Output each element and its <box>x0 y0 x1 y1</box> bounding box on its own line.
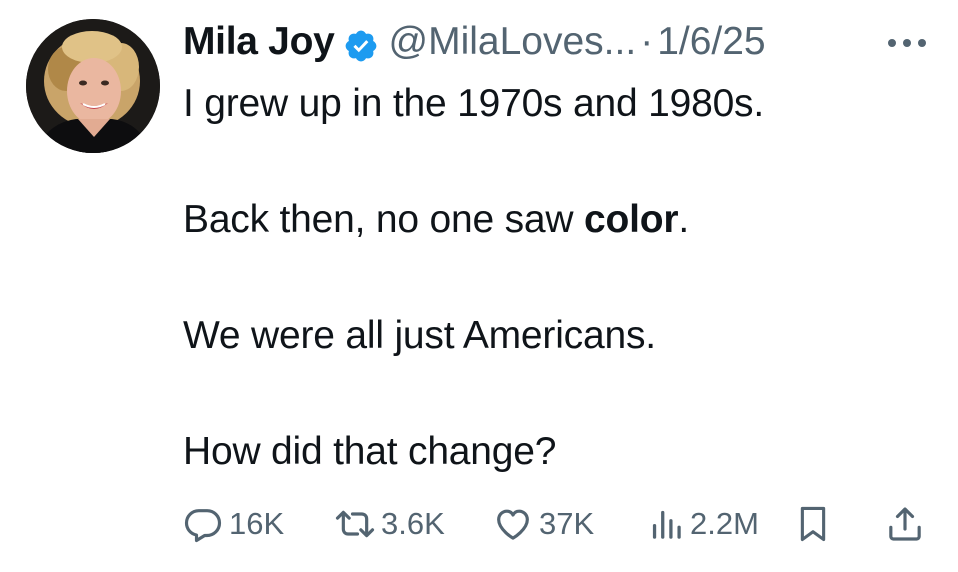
share-button[interactable] <box>885 500 925 548</box>
view-count: 2.2M <box>690 506 759 541</box>
avatar[interactable] <box>26 19 160 153</box>
like-count: 37K <box>539 506 595 541</box>
tweet-line-3: We were all just Americans. <box>183 314 656 357</box>
views-button[interactable]: 2.2M <box>648 500 759 548</box>
tweet-header: Mila Joy @MilaLoves... · 1/6/25 <box>183 14 766 70</box>
reply-count: 16K <box>229 506 285 541</box>
separator-dot: · <box>640 20 654 63</box>
tweet: Mila Joy @MilaLoves... · 1/6/25 I grew u… <box>0 0 958 572</box>
verified-badge-icon <box>343 24 379 62</box>
tweet-date[interactable]: 1/6/25 <box>657 14 765 70</box>
tweet-text: I grew up in the 1970s and 1980s. Back t… <box>183 75 923 481</box>
author-handle[interactable]: @MilaLoves... <box>389 14 637 70</box>
bookmark-icon <box>800 506 826 542</box>
tweet-line-1: I grew up in the 1970s and 1980s. <box>183 82 764 125</box>
tweet-line-2-bold: color <box>584 198 679 241</box>
more-options-icon[interactable] <box>886 36 928 48</box>
reply-button[interactable]: 16K <box>183 500 284 548</box>
reply-icon <box>184 509 222 543</box>
avatar-photo <box>26 19 160 153</box>
share-icon <box>889 507 921 541</box>
repost-button[interactable]: 3.6K <box>333 500 445 548</box>
bookmark-button[interactable] <box>795 500 831 548</box>
tweet-line-2-end: . <box>678 198 690 241</box>
like-button[interactable]: 37K <box>493 500 594 548</box>
author-name[interactable]: Mila Joy <box>183 14 335 70</box>
like-icon <box>497 509 529 540</box>
tweet-line-2: Back then, no one saw color. <box>183 191 923 249</box>
tweet-line-4: How did that change? <box>183 430 557 473</box>
views-icon <box>652 510 681 539</box>
repost-icon <box>335 510 375 538</box>
repost-count: 3.6K <box>381 506 445 541</box>
tweet-line-2-start: Back then, no one saw <box>183 198 585 241</box>
tweet-actions: 16K 3.6K 37K 2.2M <box>183 500 929 548</box>
